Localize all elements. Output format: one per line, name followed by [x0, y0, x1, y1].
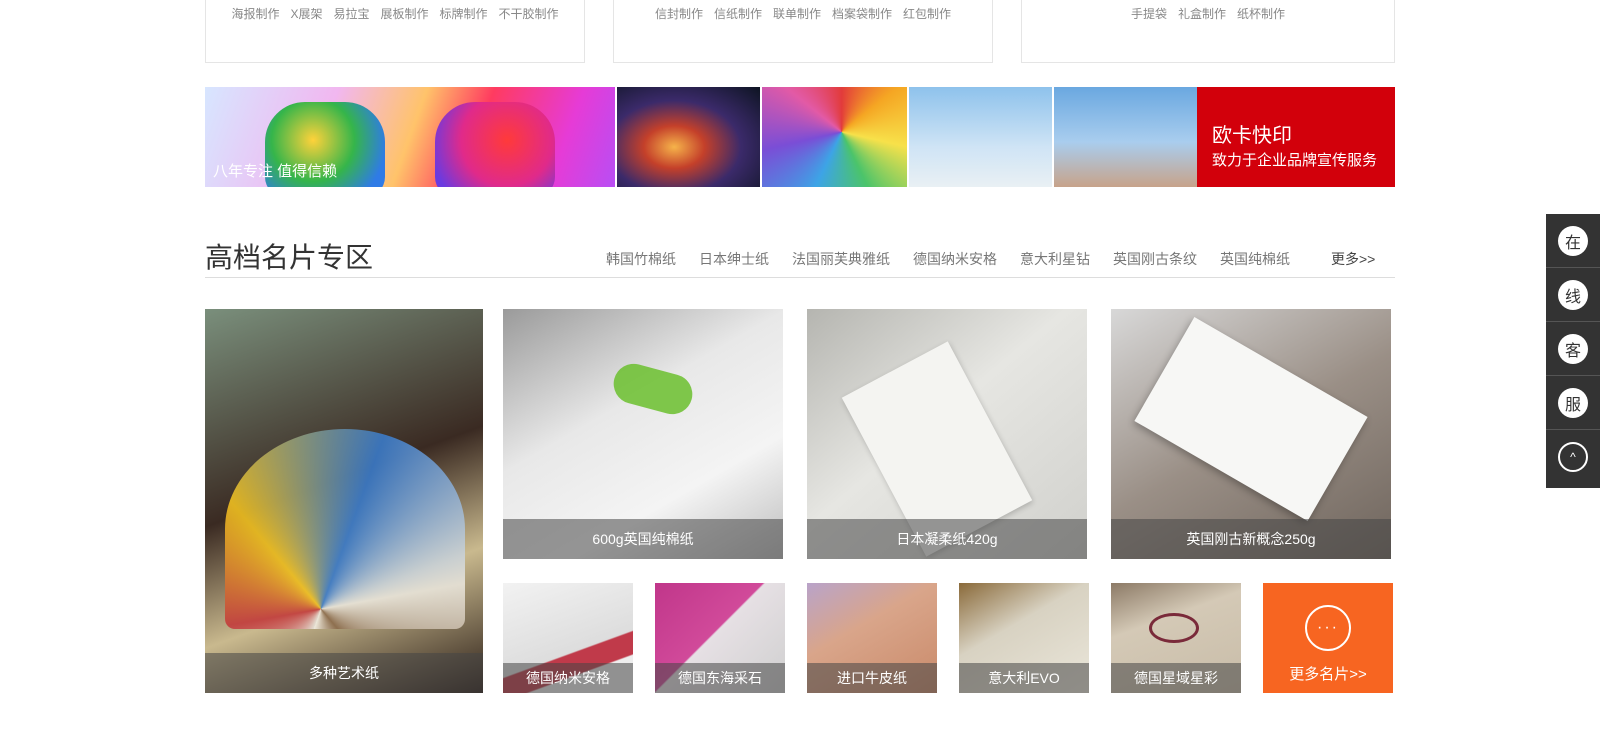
- category-links: 海报制作 X展架 易拉宝 展板制作 标牌制作 不干胶制作: [206, 5, 584, 22]
- category-link[interactable]: 易拉宝: [333, 5, 369, 22]
- section-title: 高档名片专区: [205, 242, 374, 273]
- promo-banner[interactable]: 八年专注 值得信赖 欧卡快印 致力于企业品牌宣传服务: [205, 87, 1395, 187]
- category-card-posters: 海报制作 X展架 易拉宝 展板制作 标牌制作 不干胶制作: [205, 0, 585, 63]
- tab-korean-bamboo[interactable]: 韩国竹棉纸: [606, 249, 676, 269]
- product-label: 意大利EVO: [959, 663, 1089, 693]
- chevron-up-icon: ^: [1558, 442, 1588, 472]
- more-dots-icon: ···: [1305, 605, 1351, 651]
- category-link[interactable]: 标牌制作: [440, 5, 488, 22]
- card-thomson: [1134, 317, 1368, 521]
- back-to-top-button[interactable]: ^: [1546, 430, 1600, 484]
- tab-german-nano[interactable]: 德国纳米安格: [913, 249, 997, 269]
- category-link[interactable]: 信纸制作: [714, 5, 762, 22]
- product-label: 英国刚古新概念250g: [1111, 519, 1391, 559]
- banner-pencils-image: [762, 87, 907, 187]
- category-link[interactable]: 档案袋制作: [832, 5, 892, 22]
- category-link[interactable]: 海报制作: [231, 5, 279, 22]
- product-tile[interactable]: 进口牛皮纸: [807, 583, 937, 693]
- product-tile[interactable]: 德国纳米安格: [503, 583, 633, 693]
- banner-highway-image: [617, 87, 760, 187]
- category-link[interactable]: 礼盒制作: [1178, 5, 1226, 22]
- product-label: 进口牛皮纸: [807, 663, 937, 693]
- service-item[interactable]: 线: [1546, 268, 1600, 322]
- banner-brand-panel: 欧卡快印 致力于企业品牌宣传服务: [1197, 87, 1395, 187]
- product-label: 德国纳米安格: [503, 663, 633, 693]
- product-tile[interactable]: 意大利EVO: [959, 583, 1089, 693]
- category-link[interactable]: 联单制作: [773, 5, 821, 22]
- tab-british-stripe[interactable]: 英国刚古条纹: [1113, 249, 1197, 269]
- section-more-link[interactable]: 更多>>: [1331, 249, 1375, 269]
- product-tile-featured[interactable]: 多种艺术纸: [205, 309, 483, 693]
- category-link[interactable]: 展板制作: [381, 5, 429, 22]
- category-link[interactable]: 手提袋: [1131, 5, 1167, 22]
- service-char-icon: 在: [1558, 225, 1588, 256]
- product-tile[interactable]: 德国东海采石: [655, 583, 785, 693]
- painted-hand-right: [435, 102, 555, 187]
- more-cards-button[interactable]: ··· 更多名片>>: [1263, 583, 1393, 693]
- service-char-icon: 服: [1558, 387, 1588, 418]
- banner-paper-plane-image: [909, 87, 1052, 187]
- service-item[interactable]: 服: [1546, 376, 1600, 430]
- service-char-icon: 客: [1558, 333, 1588, 364]
- banner-brand-title: 欧卡快印: [1212, 125, 1292, 147]
- banner-painted-hands-image: 八年专注 值得信赖: [205, 87, 615, 187]
- product-tile[interactable]: 英国刚古新概念250g: [1111, 309, 1391, 559]
- tab-british-cotton[interactable]: 英国纯棉纸: [1220, 249, 1290, 269]
- tab-french-elegant[interactable]: 法国丽芙典雅纸: [792, 249, 890, 269]
- category-link[interactable]: 不干胶制作: [499, 5, 559, 22]
- product-tile[interactable]: 日本凝柔纸420g: [807, 309, 1087, 559]
- category-link[interactable]: 信封制作: [655, 5, 703, 22]
- service-item[interactable]: 客: [1546, 322, 1600, 376]
- card-green-logo: [609, 359, 697, 419]
- category-card-stationery: 信封制作 信纸制作 联单制作 档案袋制作 红包制作: [613, 0, 993, 63]
- category-links: 手提袋 礼盒制作 纸杯制作: [1022, 5, 1394, 22]
- product-label: 德国星域星彩: [1111, 663, 1241, 693]
- product-label: 多种艺术纸: [205, 653, 483, 693]
- tab-japanese-gentleman[interactable]: 日本绅士纸: [699, 249, 769, 269]
- online-service-sidebar: 在 线 客 服 ^: [1546, 214, 1600, 488]
- more-cards-label: 更多名片>>: [1289, 666, 1367, 683]
- product-label: 日本凝柔纸420g: [807, 519, 1087, 559]
- product-label: 600g英国纯棉纸: [503, 519, 783, 559]
- category-link[interactable]: X展架: [290, 5, 322, 22]
- card-script-logo: [1149, 613, 1199, 643]
- banner-family-image: [1054, 87, 1197, 187]
- product-tile[interactable]: 600g英国纯棉纸: [503, 309, 783, 559]
- banner-caption: 八年专注 值得信赖: [213, 163, 338, 180]
- paper-swatch-fan: [225, 429, 465, 629]
- section-divider: [205, 277, 1395, 278]
- section-tabs: 韩国竹棉纸 日本绅士纸 法国丽芙典雅纸 德国纳米安格 意大利星钻 英国刚古条纹 …: [606, 249, 1290, 269]
- service-char-icon: 线: [1558, 279, 1588, 310]
- product-tile[interactable]: 德国星域星彩: [1111, 583, 1241, 693]
- category-link[interactable]: 红包制作: [903, 5, 951, 22]
- product-label: 德国东海采石: [655, 663, 785, 693]
- banner-brand-slogan: 致力于企业品牌宣传服务: [1212, 152, 1378, 169]
- category-card-packaging: 手提袋 礼盒制作 纸杯制作: [1021, 0, 1395, 63]
- service-item[interactable]: 在: [1546, 214, 1600, 268]
- category-links: 信封制作 信纸制作 联单制作 档案袋制作 红包制作: [614, 5, 992, 22]
- tab-italian-star[interactable]: 意大利星钻: [1020, 249, 1090, 269]
- category-link[interactable]: 纸杯制作: [1237, 5, 1285, 22]
